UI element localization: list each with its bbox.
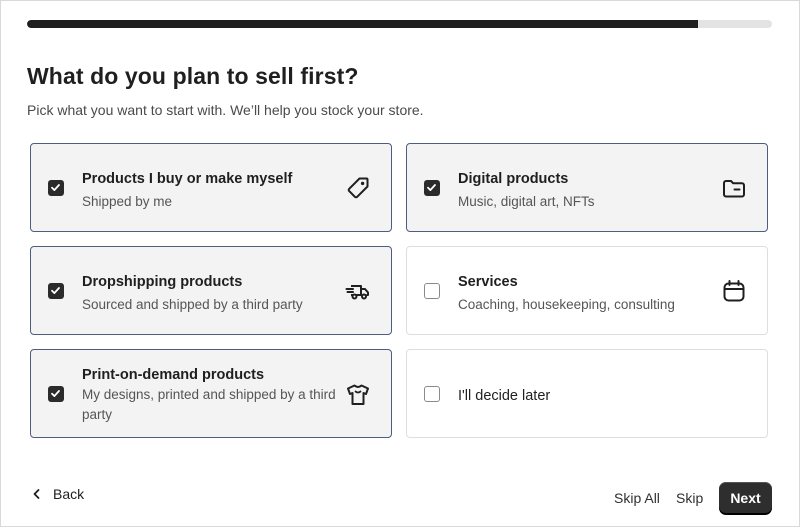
- delivery-truck-icon: [345, 278, 371, 304]
- option-description: Music, digital art, NFTs: [458, 194, 595, 209]
- option-card-services[interactable]: Services Coaching, housekeeping, consult…: [406, 246, 768, 335]
- option-description: My designs, printed and shipped by a thi…: [82, 387, 336, 422]
- option-checkbox[interactable]: [48, 180, 64, 196]
- option-title: Services: [458, 274, 518, 290]
- skip-button[interactable]: Skip: [676, 490, 703, 506]
- back-label: Back: [53, 486, 85, 502]
- tshirt-icon: [345, 382, 371, 408]
- option-checkbox[interactable]: [424, 283, 440, 299]
- option-card-decide-later[interactable]: I'll decide later: [406, 349, 768, 438]
- option-description: Shipped by me: [82, 194, 173, 209]
- option-title: Products I buy or make myself: [82, 171, 293, 187]
- option-description: Coaching, housekeeping, consulting: [458, 297, 675, 312]
- progress-bar-fill: [27, 20, 698, 28]
- option-checkbox[interactable]: [48, 283, 64, 299]
- tag-icon: [345, 175, 371, 201]
- chevron-left-icon: [31, 487, 43, 501]
- next-button[interactable]: Next: [719, 482, 772, 513]
- option-checkbox[interactable]: [424, 386, 440, 402]
- progress-bar: [27, 20, 772, 28]
- option-title: I'll decide later: [458, 388, 551, 404]
- option-title: Dropshipping products: [82, 274, 243, 290]
- option-card-own-products[interactable]: Products I buy or make myself Shipped by…: [30, 143, 392, 232]
- option-card-print-on-demand[interactable]: Print-on-demand products My designs, pri…: [30, 349, 392, 438]
- calendar-icon: [721, 278, 747, 304]
- option-card-dropshipping[interactable]: Dropshipping products Sourced and shippe…: [30, 246, 392, 335]
- option-checkbox[interactable]: [48, 386, 64, 402]
- skip-all-button[interactable]: Skip All: [614, 490, 660, 506]
- option-card-digital-products[interactable]: Digital products Music, digital art, NFT…: [406, 143, 768, 232]
- page-title: What do you plan to sell first?: [27, 63, 359, 89]
- option-title: Digital products: [458, 171, 569, 187]
- back-button[interactable]: Back: [31, 486, 84, 502]
- option-title: Print-on-demand products: [82, 367, 265, 383]
- page-subtitle: Pick what you want to start with. We’ll …: [27, 102, 424, 118]
- folder-icon: [721, 175, 747, 201]
- option-checkbox[interactable]: [424, 180, 440, 196]
- option-description: Sourced and shipped by a third party: [82, 297, 303, 312]
